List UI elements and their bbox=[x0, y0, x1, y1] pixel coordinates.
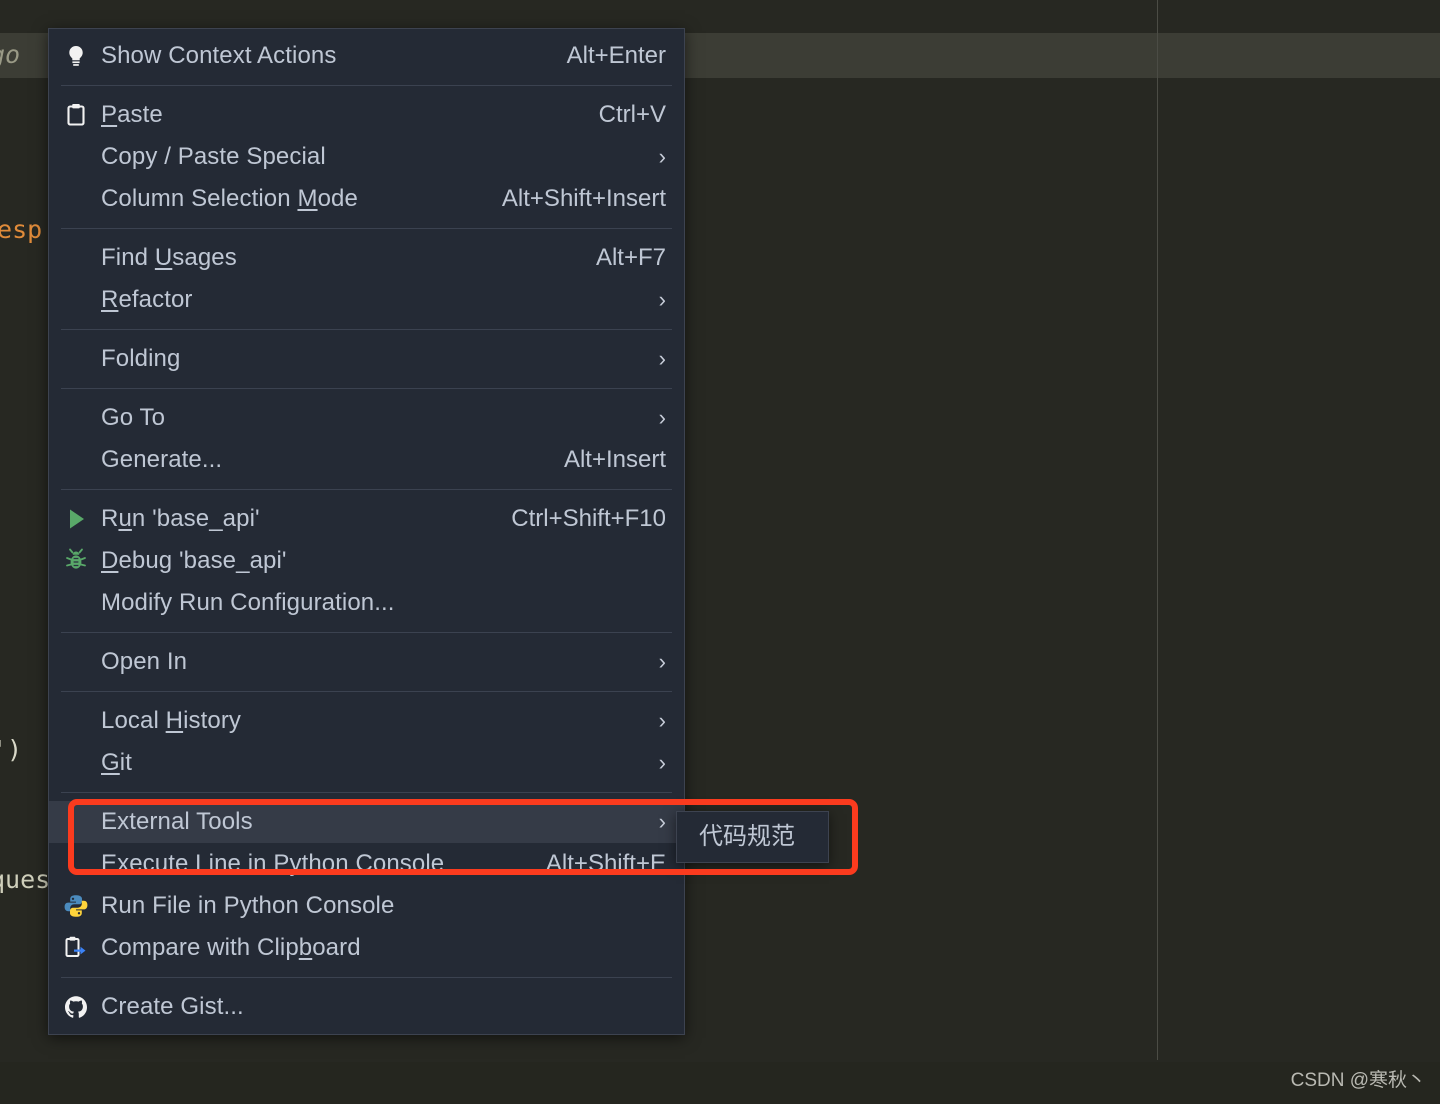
menu-item-local-history[interactable]: Local History › bbox=[49, 700, 684, 742]
menu-item-label: Compare with Clipboard bbox=[101, 934, 361, 961]
menu-item-shortcut: Alt+Shift+E bbox=[545, 850, 666, 877]
menu-item-label: Find Usages bbox=[101, 244, 237, 271]
menu-item-shortcut: Ctrl+V bbox=[598, 101, 666, 128]
chevron-right-icon: › bbox=[658, 809, 666, 834]
icon-placeholder bbox=[63, 447, 97, 473]
icon-placeholder bbox=[63, 144, 97, 170]
chevron-right-icon: › bbox=[658, 287, 666, 312]
menu-item-generate[interactable]: Generate... Alt+Insert bbox=[49, 439, 684, 481]
icon-placeholder bbox=[63, 245, 97, 271]
clipboard-icon bbox=[63, 102, 97, 128]
menu-item-shortcut: Alt+Shift+Insert bbox=[501, 185, 666, 212]
menu-item-label: Generate... bbox=[101, 446, 223, 473]
icon-placeholder bbox=[63, 405, 97, 431]
watermark: CSDN @寒秋丶 bbox=[1290, 1070, 1426, 1091]
menu-item-paste[interactable]: Paste Ctrl+V bbox=[49, 94, 684, 136]
menu-item-label: Folding bbox=[101, 345, 181, 372]
debug-icon bbox=[63, 548, 97, 574]
compare-clipboard-icon bbox=[63, 935, 97, 961]
menu-item-label: Run File in Python Console bbox=[101, 892, 395, 919]
menu-separator bbox=[61, 228, 672, 229]
menu-item-label: Refactor bbox=[101, 286, 193, 313]
menu-item-label: Git bbox=[101, 749, 132, 776]
chevron-right-icon: › bbox=[658, 708, 666, 733]
menu-item-open-in[interactable]: Open In › bbox=[49, 641, 684, 683]
lightbulb-icon bbox=[63, 43, 97, 69]
menu-item-shortcut: Ctrl+Shift+F10 bbox=[511, 505, 666, 532]
chevron-right-icon: › bbox=[658, 649, 666, 674]
menu-item-label: Show Context Actions bbox=[101, 42, 337, 69]
menu-item-show-context-actions[interactable]: Show Context Actions Alt+Enter bbox=[49, 35, 684, 77]
menu-item-label: Debug 'base_api' bbox=[101, 547, 287, 574]
menu-item-shortcut: Alt+Enter bbox=[566, 42, 666, 69]
menu-item-shortcut: Alt+F7 bbox=[595, 244, 666, 271]
menu-item-git[interactable]: Git › bbox=[49, 742, 684, 784]
menu-separator bbox=[61, 388, 672, 389]
icon-placeholder bbox=[63, 750, 97, 776]
menu-item-find-usages[interactable]: Find Usages Alt+F7 bbox=[49, 237, 684, 279]
chevron-right-icon: › bbox=[658, 405, 666, 430]
icon-placeholder bbox=[63, 809, 97, 835]
menu-item-copy-paste-special[interactable]: Copy / Paste Special › bbox=[49, 136, 684, 178]
editor-vertical-divider bbox=[1157, 0, 1158, 1060]
chevron-right-icon: › bbox=[658, 750, 666, 775]
menu-item-label: Copy / Paste Special bbox=[101, 143, 326, 170]
chevron-right-icon: › bbox=[658, 346, 666, 371]
context-menu[interactable]: Show Context Actions Alt+Enter Paste Ctrl+V… bbox=[48, 28, 685, 1035]
menu-item-execute-line-in-python-console[interactable]: Execute Line in Python Console Alt+Shift+… bbox=[49, 843, 684, 885]
menu-item-label: Go To bbox=[101, 404, 166, 431]
icon-placeholder bbox=[63, 649, 97, 675]
code-fragment-paren: ') bbox=[0, 735, 23, 764]
icon-placeholder bbox=[63, 590, 97, 616]
menu-separator bbox=[61, 489, 672, 490]
menu-item-modify-run-configuration[interactable]: Modify Run Configuration... bbox=[49, 582, 684, 624]
menu-item-debug-base-api[interactable]: Debug 'base_api' bbox=[49, 540, 684, 582]
menu-item-label: Paste bbox=[101, 101, 163, 128]
menu-separator bbox=[61, 792, 672, 793]
icon-placeholder bbox=[63, 708, 97, 734]
icon-placeholder bbox=[63, 851, 97, 877]
menu-item-label: Execute Line in Python Console bbox=[101, 850, 445, 877]
submenu-item-label: 代码规范 bbox=[699, 823, 795, 850]
code-fragment-ques: ques bbox=[0, 865, 51, 894]
menu-item-column-selection-mode[interactable]: Column Selection Mode Alt+Shift+Insert bbox=[49, 178, 684, 220]
menu-item-run-file-in-python-console[interactable]: Run File in Python Console bbox=[49, 885, 684, 927]
menu-item-go-to[interactable]: Go To › bbox=[49, 397, 684, 439]
menu-item-label: Modify Run Configuration... bbox=[101, 589, 395, 616]
menu-item-shortcut: Alt+Insert bbox=[563, 446, 666, 473]
menu-item-label: Local History bbox=[101, 707, 242, 734]
submenu-item-code-standard[interactable]: 代码规范 bbox=[677, 812, 828, 862]
menu-separator bbox=[61, 329, 672, 330]
menu-item-label: Create Gist... bbox=[101, 993, 244, 1020]
external-tools-submenu[interactable]: 代码规范 bbox=[676, 811, 829, 863]
github-icon bbox=[63, 994, 97, 1020]
menu-item-compare-with-clipboard[interactable]: Compare with Clipboard bbox=[49, 927, 684, 969]
icon-placeholder bbox=[63, 186, 97, 212]
menu-item-label: Run 'base_api' bbox=[101, 505, 260, 532]
menu-separator bbox=[61, 632, 672, 633]
menu-item-run-base-api[interactable]: Run 'base_api' Ctrl+Shift+F10 bbox=[49, 498, 684, 540]
menu-item-label: Column Selection Mode bbox=[101, 185, 358, 212]
menu-item-external-tools[interactable]: External Tools › bbox=[49, 801, 684, 843]
menu-item-label: Open In bbox=[101, 648, 188, 675]
menu-item-folding[interactable]: Folding › bbox=[49, 338, 684, 380]
chevron-right-icon: › bbox=[658, 144, 666, 169]
menu-item-refactor[interactable]: Refactor › bbox=[49, 279, 684, 321]
icon-placeholder bbox=[63, 287, 97, 313]
python-icon bbox=[63, 893, 97, 919]
editor-bottom-strip bbox=[0, 1062, 1440, 1104]
run-icon bbox=[63, 506, 97, 532]
code-fragment-go: go bbox=[0, 40, 21, 69]
menu-item-create-gist[interactable]: Create Gist... bbox=[49, 986, 684, 1028]
icon-placeholder bbox=[63, 346, 97, 372]
menu-separator bbox=[61, 977, 672, 978]
code-fragment-resp: resp bbox=[0, 215, 43, 244]
menu-item-label: External Tools bbox=[101, 808, 253, 835]
menu-separator bbox=[61, 691, 672, 692]
menu-separator bbox=[61, 85, 672, 86]
